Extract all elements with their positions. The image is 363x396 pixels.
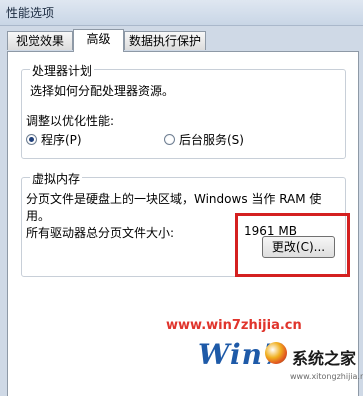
virtual-memory-legend: 虚拟内存 [30, 170, 83, 187]
processor-scheduling-description: 选择如何分配处理器资源。 [30, 84, 175, 98]
tab-visual-effects[interactable]: 视觉效果 [7, 31, 73, 50]
highlight-box [235, 213, 350, 277]
radio-programs-label: 程序(P) [41, 133, 82, 147]
watermark-small-url: www.xitongzhijia.net [290, 372, 363, 381]
radio-background-services[interactable]: 后台服务(S) [164, 131, 244, 148]
processor-scheduling-group: 处理器计划 选择如何分配处理器资源。 调整以优化性能: 程序(P) 后台服务(S… [21, 62, 346, 159]
processor-scheduling-legend: 处理器计划 [30, 62, 95, 79]
performance-options-window: 性能选项 视觉效果 高级 数据执行保护 处理器计划 选择如何分配处理器资源。 调… [0, 0, 363, 396]
virtual-memory-description-line2: 用。 [26, 209, 51, 223]
window-title: 性能选项 [6, 6, 55, 20]
radio-programs-indicator[interactable] [26, 134, 37, 145]
watermark-logo-icon [265, 342, 287, 364]
watermark-url: www.win7zhijia.cn [166, 318, 302, 333]
virtual-memory-description-line1: 分页文件是硬盘上的一块区域，Windows 当作 RAM 使 [26, 192, 322, 206]
radio-background-services-label: 后台服务(S) [179, 133, 244, 147]
adjust-for-performance-label: 调整以优化性能: [26, 114, 115, 128]
tab-data-execution-prevention[interactable]: 数据执行保护 [124, 31, 206, 50]
radio-background-services-indicator[interactable] [164, 134, 175, 145]
total-paging-file-size-label: 所有驱动器总分页文件大小: [26, 226, 175, 240]
watermark-site-name: 系统之家 [292, 349, 357, 368]
radio-programs[interactable]: 程序(P) [26, 131, 82, 148]
tab-advanced[interactable]: 高级 [73, 29, 124, 52]
title-bar[interactable]: 性能选项 [0, 0, 363, 26]
watermark: www.win7zhijia.cn Win7 系统之家 www.xitongzh… [0, 300, 363, 396]
